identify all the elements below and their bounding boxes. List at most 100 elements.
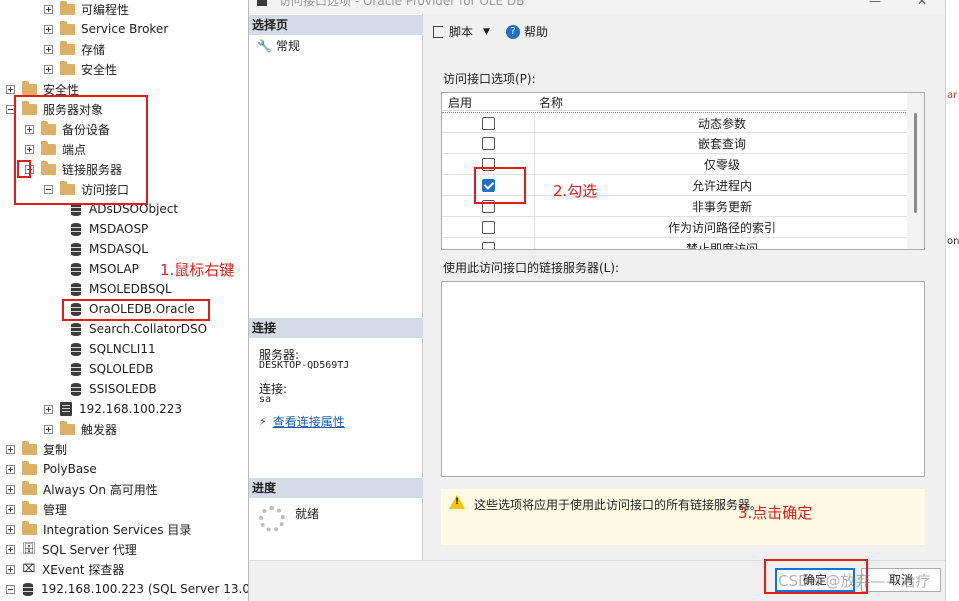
- expand-icon[interactable]: [44, 424, 53, 434]
- tree-node[interactable]: MSDAOSP: [63, 219, 148, 239]
- annotation-box-server-objects: [14, 95, 148, 205]
- tree-node[interactable]: 192.168.100.223 (SQL Server 13.0.1601.: [6, 579, 248, 599]
- provider-icon: [70, 362, 82, 376]
- tree-node[interactable]: SQLOLEDB: [63, 359, 154, 379]
- connection-value: sa: [259, 394, 272, 405]
- enable-checkbox[interactable]: [482, 137, 495, 150]
- grid-row[interactable]: 动态参数: [442, 112, 908, 134]
- minimize-icon[interactable]: —: [869, 0, 881, 8]
- enable-checkbox[interactable]: [482, 117, 495, 130]
- grid-scrollbar[interactable]: [907, 93, 924, 249]
- grid-row[interactable]: 嵌套查询: [442, 133, 908, 154]
- annotation-step1: 1.鼠标右键: [160, 261, 235, 279]
- expand-icon[interactable]: [6, 444, 15, 454]
- enable-checkbox[interactable]: [482, 221, 495, 234]
- expand-icon[interactable]: [44, 64, 53, 74]
- tree-node[interactable]: MSOLEDBSQL: [63, 279, 172, 299]
- expand-icon[interactable]: [6, 464, 15, 474]
- expand-icon[interactable]: [6, 544, 15, 554]
- folder-icon: [60, 420, 75, 435]
- expand-icon[interactable]: [44, 4, 53, 14]
- view-connection-properties-link[interactable]: 查看连接属性: [273, 413, 345, 430]
- tree-node-label: SQLOLEDB: [89, 362, 154, 376]
- grid-row[interactable]: 作为访问路径的索引: [442, 217, 908, 238]
- tree-node[interactable]: PolyBase: [6, 459, 97, 479]
- expand-icon[interactable]: [44, 44, 53, 54]
- option-name: 嵌套查询: [697, 137, 746, 151]
- tree-node[interactable]: 管理: [6, 499, 67, 519]
- expand-icon[interactable]: [44, 24, 53, 34]
- help-button[interactable]: ? 帮助: [506, 23, 548, 40]
- tree-node[interactable]: ⌧ XEvent 探查器: [6, 559, 124, 579]
- warning-icon: [449, 495, 465, 509]
- grid-cell-enabled: [442, 113, 535, 134]
- expand-icon[interactable]: [6, 504, 15, 514]
- dialog-title: 访问接口选项 - Oracle Provider for OLE DB: [279, 0, 525, 8]
- tree-node[interactable]: 触发器: [44, 419, 117, 439]
- help-label: 帮助: [524, 25, 549, 39]
- provider-icon: [70, 282, 82, 296]
- expand-icon[interactable]: [6, 564, 15, 574]
- option-name: 作为访问路径的索引: [667, 221, 776, 235]
- tree-node-label: 存储: [81, 42, 106, 57]
- folder-icon: [60, 20, 75, 35]
- folder-icon: [60, 60, 75, 75]
- folder-icon: [22, 520, 37, 535]
- warning-bar: 这些选项将应用于使用此访问接口的所有链接服务器。: [441, 489, 925, 545]
- tree-node[interactable]: 192.168.100.223: [44, 399, 182, 419]
- editor-text-1: ar: [947, 90, 958, 101]
- tree-node[interactable]: SQLNCLI11: [63, 339, 156, 359]
- tree-node[interactable]: 🗄 SQL Server 代理: [6, 539, 137, 559]
- tree-node[interactable]: SSISOLEDB: [63, 379, 157, 399]
- option-name: 仅零级: [703, 158, 740, 172]
- tree-node-label: 触发器: [81, 422, 118, 437]
- progress-spinner-icon: [259, 506, 285, 532]
- provider-options-dialog: 访问接口选项 - Oracle Provider for OLE DB — ✕ …: [248, 0, 946, 601]
- tree-node[interactable]: Service Broker: [44, 19, 168, 39]
- tree-node[interactable]: 复制: [6, 439, 67, 459]
- close-icon[interactable]: ✕: [917, 0, 927, 8]
- tree-node-label: XEvent 探查器: [42, 562, 125, 577]
- grid-header: 启用 名称: [442, 93, 908, 111]
- provider-icon: [70, 382, 82, 396]
- tree-node[interactable]: Integration Services 目录: [6, 519, 191, 539]
- grid-cell-enabled: [442, 133, 535, 154]
- folder-icon: [22, 440, 37, 455]
- grid-row[interactable]: 禁止即席访问: [442, 238, 908, 250]
- page-general[interactable]: 🔧 常规: [257, 37, 300, 54]
- tree-node-label: 安全性: [81, 62, 118, 77]
- tree-node[interactable]: MSDASQL: [63, 239, 148, 259]
- tree-node-label: MSDAOSP: [89, 222, 149, 236]
- expand-icon[interactable]: [6, 484, 15, 494]
- annotation-box-oraoledb: [62, 299, 210, 321]
- tree-node[interactable]: MSOLAP: [63, 259, 139, 279]
- tree-node-label: MSOLAP: [89, 262, 139, 276]
- enable-checkbox[interactable]: [482, 242, 495, 249]
- tree-node-label: PolyBase: [43, 462, 97, 476]
- tree-node-label: 可编程性: [81, 2, 130, 17]
- connection-header: 连接: [249, 318, 423, 338]
- tree-node[interactable]: 安全性: [44, 59, 117, 79]
- tree-node-label: Service Broker: [81, 22, 169, 36]
- expand-icon[interactable]: [6, 84, 15, 94]
- linked-servers-list[interactable]: [441, 281, 925, 477]
- option-name: 禁止即席访问: [685, 242, 758, 250]
- expand-icon[interactable]: [44, 404, 53, 414]
- grid-scrollbar-thumb[interactable]: [914, 113, 917, 213]
- tree-node[interactable]: Always On 高可用性: [6, 479, 158, 499]
- plug-icon: ⚡: [259, 415, 267, 428]
- folder-icon: [60, 0, 75, 15]
- dialog-left-pane: 选择页 🔧 常规 连接 服务器: DESKTOP-QD569TJ 连接: sa …: [249, 14, 423, 560]
- script-button[interactable]: 脚本 ▼: [433, 23, 490, 40]
- tree-node[interactable]: 可编程性: [44, 0, 129, 19]
- tree-node[interactable]: 存储: [44, 39, 105, 59]
- folder-icon: [22, 480, 37, 495]
- provider-icon: [70, 242, 82, 256]
- dialog-titlebar: 访问接口选项 - Oracle Provider for OLE DB — ✕: [249, 0, 946, 14]
- expand-icon[interactable]: [6, 524, 15, 534]
- tree-node[interactable]: Search.CollatorDSO: [63, 319, 207, 339]
- tree-node-label: SQL Server 代理: [42, 542, 137, 557]
- view-connection-properties[interactable]: ⚡ 查看连接属性: [259, 413, 345, 430]
- collapse-icon[interactable]: [6, 584, 15, 594]
- tree-node-label: 192.168.100.223: [79, 402, 183, 416]
